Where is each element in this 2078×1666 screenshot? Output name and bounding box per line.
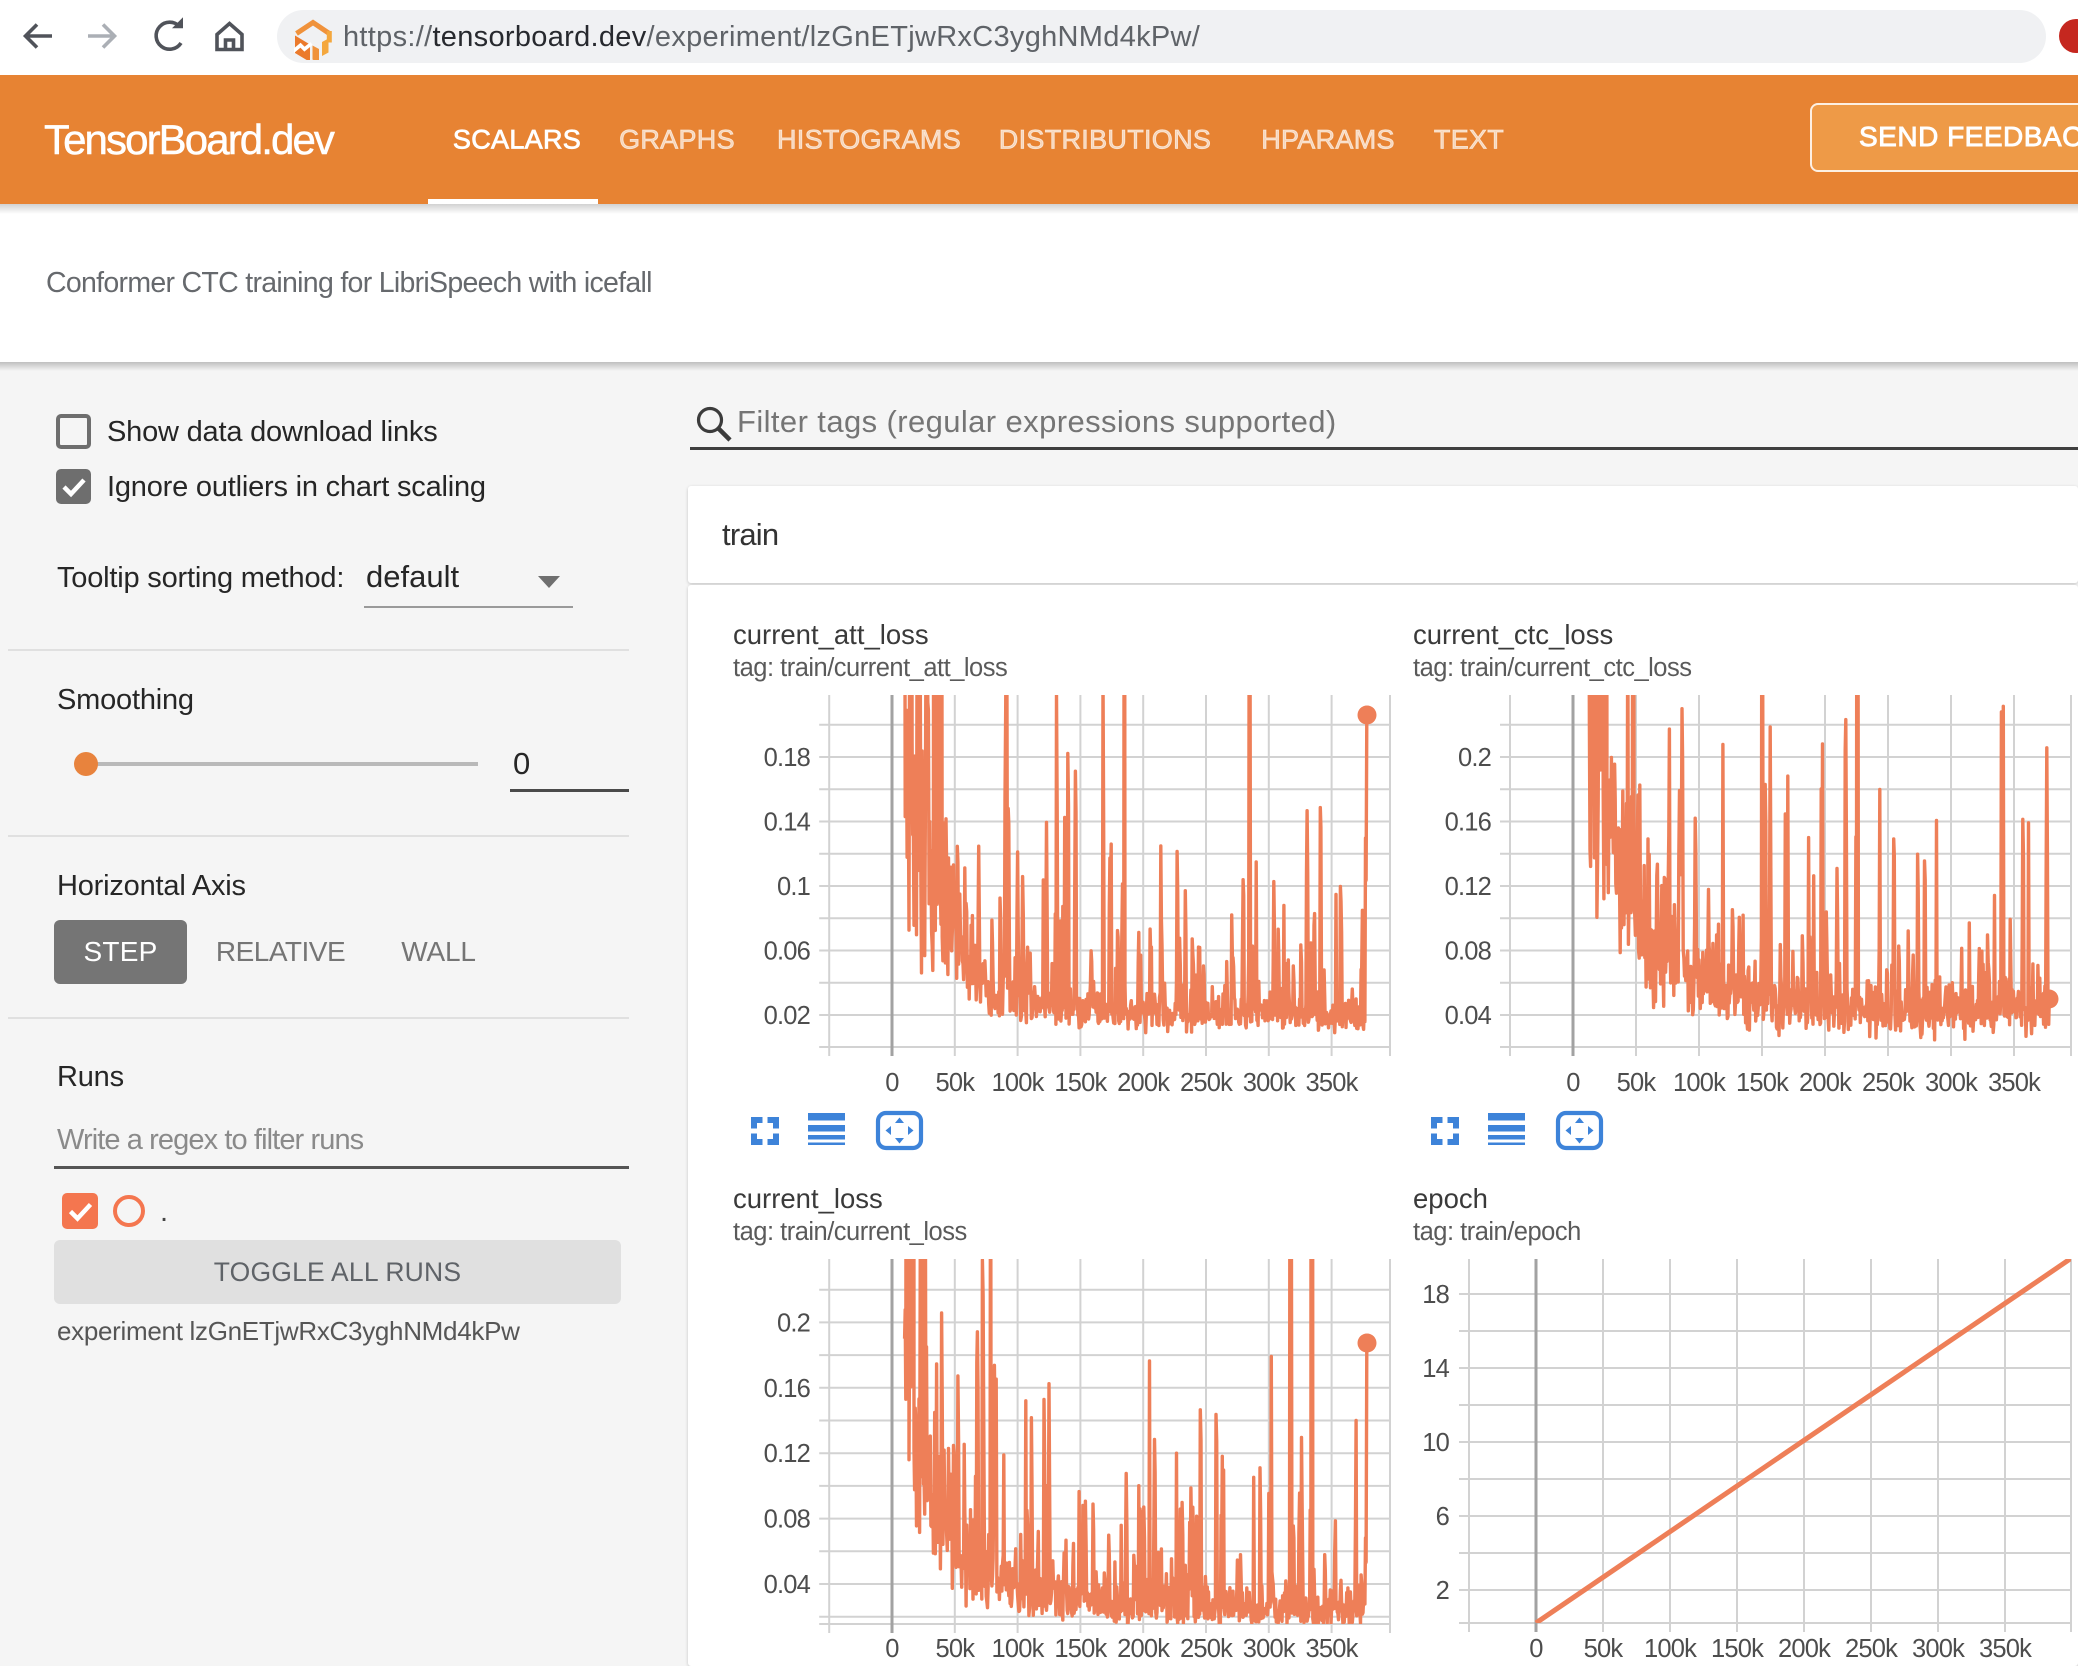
- svg-text:6: 6: [1436, 1503, 1450, 1531]
- svg-text:10: 10: [1422, 1429, 1449, 1457]
- svg-text:0.1: 0.1: [777, 873, 810, 901]
- svg-text:250k: 250k: [1180, 1069, 1233, 1097]
- svg-text:0: 0: [1529, 1635, 1543, 1663]
- svg-text:50k: 50k: [935, 1069, 975, 1097]
- svg-text:0: 0: [1566, 1069, 1580, 1097]
- svg-text:300k: 300k: [1243, 1069, 1296, 1097]
- svg-text:150k: 150k: [1054, 1069, 1107, 1097]
- svg-text:0.2: 0.2: [777, 1309, 810, 1337]
- svg-text:0.04: 0.04: [1445, 1002, 1492, 1030]
- svg-text:tag: train/current_ctc_loss: tag: train/current_ctc_loss: [1413, 654, 1691, 682]
- svg-text:200k: 200k: [1117, 1069, 1170, 1097]
- svg-text:0.08: 0.08: [1445, 938, 1492, 966]
- svg-text:300k: 300k: [1912, 1635, 1965, 1663]
- svg-text:epoch: epoch: [1413, 1183, 1488, 1214]
- svg-text:100k: 100k: [992, 1069, 1045, 1097]
- svg-text:2: 2: [1436, 1577, 1449, 1605]
- svg-text:0: 0: [885, 1069, 899, 1097]
- svg-text:250k: 250k: [1862, 1069, 1915, 1097]
- svg-text:0.12: 0.12: [764, 1440, 810, 1468]
- svg-text:0.06: 0.06: [764, 938, 811, 966]
- svg-text:300k: 300k: [1925, 1069, 1978, 1097]
- svg-text:0.2: 0.2: [1458, 744, 1491, 772]
- svg-text:300k: 300k: [1243, 1635, 1296, 1663]
- svg-text:50k: 50k: [935, 1635, 975, 1663]
- svg-text:0.12: 0.12: [1445, 873, 1491, 901]
- svg-text:current_att_loss: current_att_loss: [733, 619, 929, 650]
- svg-text:14: 14: [1422, 1355, 1449, 1383]
- svg-text:0.16: 0.16: [764, 1375, 811, 1403]
- svg-text:0.02: 0.02: [764, 1002, 810, 1030]
- svg-text:0.08: 0.08: [764, 1506, 811, 1534]
- svg-text:0.04: 0.04: [764, 1571, 811, 1599]
- svg-text:350k: 350k: [1988, 1069, 2041, 1097]
- svg-text:current_ctc_loss: current_ctc_loss: [1413, 619, 1613, 650]
- svg-text:50k: 50k: [1617, 1069, 1657, 1097]
- svg-text:100k: 100k: [992, 1635, 1045, 1663]
- svg-text:100k: 100k: [1644, 1635, 1697, 1663]
- svg-text:0.14: 0.14: [764, 809, 811, 837]
- svg-text:50k: 50k: [1584, 1635, 1624, 1663]
- svg-text:18: 18: [1422, 1281, 1449, 1309]
- svg-text:200k: 200k: [1117, 1635, 1170, 1663]
- svg-text:0: 0: [885, 1635, 899, 1663]
- svg-text:200k: 200k: [1799, 1069, 1852, 1097]
- svg-text:tag: train/current_loss: tag: train/current_loss: [733, 1218, 967, 1246]
- svg-text:100k: 100k: [1673, 1069, 1726, 1097]
- svg-text:150k: 150k: [1054, 1635, 1107, 1663]
- svg-text:0.18: 0.18: [764, 744, 811, 772]
- svg-text:150k: 150k: [1736, 1069, 1789, 1097]
- svg-text:350k: 350k: [1979, 1635, 2032, 1663]
- svg-text:200k: 200k: [1778, 1635, 1831, 1663]
- svg-text:0.16: 0.16: [1445, 809, 1492, 837]
- svg-text:150k: 150k: [1711, 1635, 1764, 1663]
- svg-text:250k: 250k: [1180, 1635, 1233, 1663]
- svg-text:current_loss: current_loss: [733, 1183, 883, 1214]
- svg-text:350k: 350k: [1306, 1635, 1359, 1663]
- svg-text:tag: train/current_att_loss: tag: train/current_att_loss: [733, 654, 1007, 682]
- svg-text:350k: 350k: [1306, 1069, 1359, 1097]
- svg-text:tag: train/epoch: tag: train/epoch: [1413, 1218, 1581, 1246]
- svg-text:250k: 250k: [1845, 1635, 1898, 1663]
